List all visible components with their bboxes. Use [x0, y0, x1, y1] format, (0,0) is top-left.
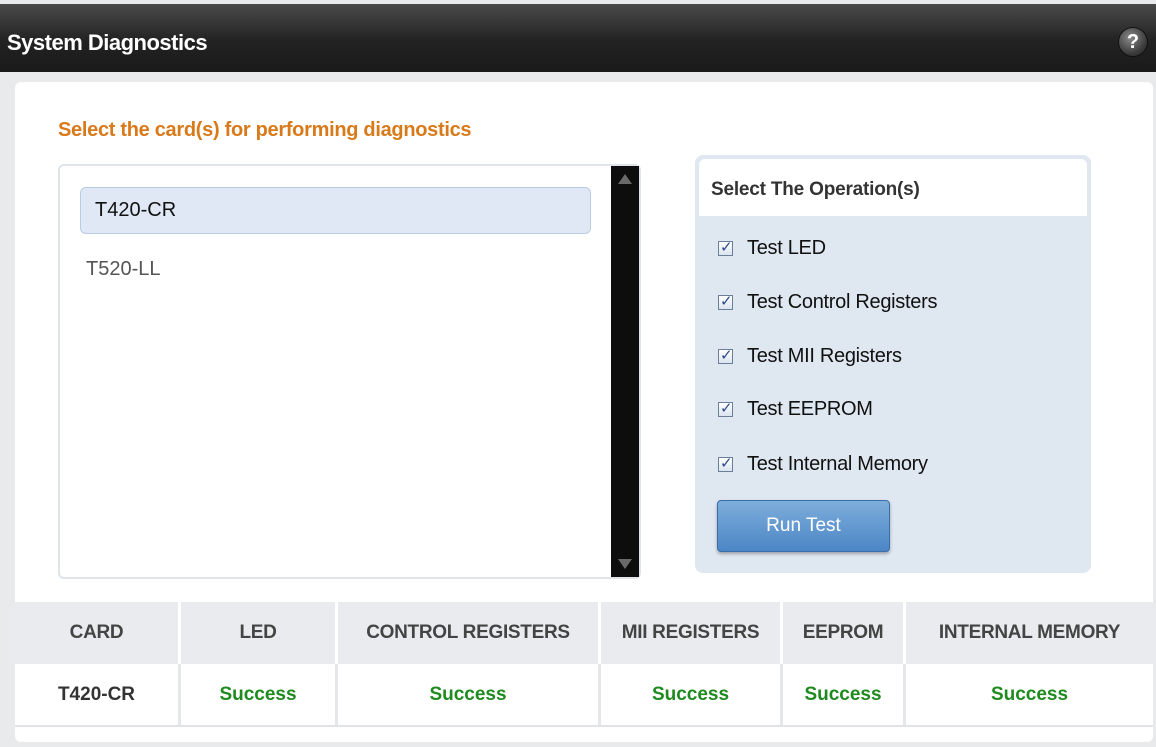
- result-eeprom-status: Success: [783, 664, 906, 725]
- card-selection-heading: Select the card(s) for performing diagno…: [58, 119, 472, 141]
- operations-header: Select The Operation(s): [699, 159, 1087, 216]
- operations-heading: Select The Operation(s): [711, 179, 920, 200]
- diagnostics-panel: Select the card(s) for performing diagno…: [15, 82, 1153, 742]
- table-row: T420-CR Success Success Success Success …: [15, 664, 1153, 727]
- operation-label: Test Control Registers: [747, 290, 938, 313]
- checkbox-checked-icon[interactable]: [718, 292, 733, 310]
- card-list-item-selected[interactable]: T420-CR: [80, 187, 591, 234]
- window-title: System Diagnostics: [7, 30, 208, 55]
- operations-panel: Select The Operation(s) Test LED Test Co…: [695, 155, 1091, 573]
- operation-test-internal-memory[interactable]: Test Internal Memory: [718, 451, 928, 477]
- operation-test-eeprom[interactable]: Test EEPROM: [718, 396, 873, 422]
- checkbox-checked-icon[interactable]: [718, 346, 733, 364]
- operation-label: Test EEPROM: [747, 397, 873, 420]
- card-list[interactable]: T420-CR T520-LL: [58, 164, 641, 579]
- operation-label: Test LED: [747, 236, 826, 259]
- checkbox-checked-icon[interactable]: [718, 399, 733, 417]
- operation-label: Test Internal Memory: [747, 452, 928, 475]
- title-bar: System Diagnostics ?: [0, 4, 1156, 72]
- result-card-name: T420-CR: [15, 664, 181, 725]
- result-control-registers-status: Success: [338, 664, 601, 725]
- result-internal-memory-status: Success: [990, 683, 1069, 705]
- results-table: CARD LED CONTROL REGISTERS MII REGISTERS…: [15, 602, 1153, 727]
- column-header-internal-memory: INTERNAL MEMORY: [938, 622, 1121, 643]
- system-diagnostics-window: System Diagnostics ? Select the card(s) …: [0, 0, 1156, 747]
- help-icon[interactable]: ?: [1118, 27, 1148, 57]
- run-test-button[interactable]: Run Test: [717, 500, 890, 552]
- card-list-scrollbar[interactable]: [611, 166, 639, 577]
- column-header-led: LED: [181, 602, 338, 664]
- checkbox-checked-icon[interactable]: [718, 238, 733, 256]
- card-list-item[interactable]: T520-LL: [86, 258, 161, 281]
- results-header-row: CARD LED CONTROL REGISTERS MII REGISTERS…: [15, 602, 1153, 664]
- column-header-control-registers: CONTROL REGISTERS: [338, 602, 601, 664]
- result-led-status: Success: [181, 664, 338, 725]
- column-header-eeprom: EEPROM: [783, 602, 906, 664]
- scroll-down-arrow-icon[interactable]: [618, 559, 632, 569]
- column-header-mii-registers: MII REGISTERS: [601, 602, 783, 664]
- operation-test-control-registers[interactable]: Test Control Registers: [718, 289, 937, 315]
- operation-test-led[interactable]: Test LED: [718, 235, 826, 261]
- result-mii-registers-status: Success: [601, 664, 783, 725]
- checkbox-checked-icon[interactable]: [718, 454, 733, 472]
- operation-test-mii-registers[interactable]: Test MII Registers: [718, 343, 902, 369]
- scroll-up-arrow-icon[interactable]: [618, 174, 632, 184]
- operation-label: Test MII Registers: [747, 344, 902, 367]
- column-header-card: CARD: [15, 602, 181, 664]
